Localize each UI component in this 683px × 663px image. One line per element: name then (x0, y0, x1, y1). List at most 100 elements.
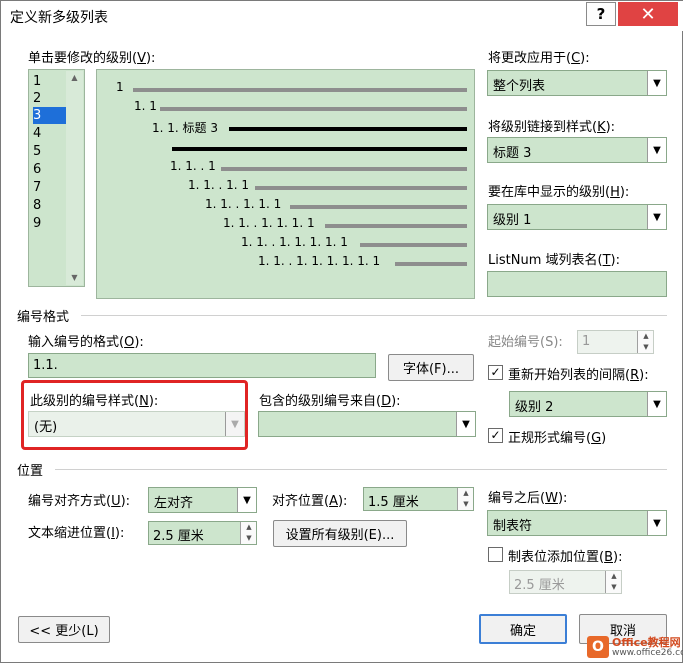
chevron-down-icon[interactable]: ▼ (647, 205, 666, 229)
legal-style-checkbox[interactable]: ✓ (488, 428, 503, 443)
number-style-value: (无) (34, 420, 58, 435)
level-select-label: 单击要修改的级别(V): (28, 51, 156, 66)
restart-checkbox[interactable]: ✓ (488, 365, 503, 380)
number-format-input[interactable]: 1.1. (28, 353, 376, 378)
apply-to-label: 将更改应用于(C): (488, 51, 590, 66)
indent-spinner[interactable]: 2.5 厘米 ▲ ▼ (148, 521, 257, 545)
preview-line-2: 1. 1 (134, 99, 157, 113)
aligned-at-spinner[interactable]: 1.5 厘米 ▲ ▼ (363, 487, 474, 511)
level-item-1[interactable]: 1 (33, 73, 67, 90)
preview-line-3: 1. 1. 标题 3 (152, 121, 218, 135)
office-logo-icon: O (587, 636, 609, 658)
include-level-select[interactable]: ▼ (258, 411, 476, 437)
include-level-label: 包含的级别编号来自(D): (259, 394, 401, 409)
help-icon: ? (596, 5, 606, 23)
section-divider (81, 315, 667, 316)
close-icon: ✕ (640, 3, 656, 25)
legal-style-label: 正规形式编号(G) (508, 431, 607, 446)
spin-down-icon: ▼ (611, 583, 617, 591)
preview-line-6: 1. 1. . 1. 1 (188, 178, 250, 192)
chevron-down-icon[interactable]: ▼ (647, 392, 666, 416)
preview-line-1: 1 (116, 80, 124, 94)
set-all-levels-button[interactable]: 设置所有级别(E)... (273, 520, 407, 547)
help-button[interactable]: ? (586, 2, 616, 26)
alignment-label: 编号对齐方式(U): (28, 494, 131, 509)
preview-bar-5 (221, 167, 467, 171)
number-style-label: 此级别的编号样式(N): (30, 394, 159, 409)
spin-down-icon[interactable]: ▼ (458, 499, 474, 510)
preview-line-10: 1. 1. . 1. 1. 1. 1. 1. 1 (258, 254, 381, 268)
follow-number-label: 编号之后(W): (488, 491, 568, 506)
list-preview: 1 1. 1 1. 1. 标题 3 1. 1. . 1 1. 1. . 1. 1… (96, 69, 475, 299)
preview-bar-8 (325, 224, 467, 228)
restart-level-select[interactable]: 级别 2 ▼ (509, 391, 667, 417)
font-button[interactable]: 字体(F)... (388, 354, 474, 381)
listnum-input[interactable] (487, 271, 667, 297)
tab-stop-label: 制表位添加位置(B): (508, 550, 623, 565)
preview-line-5: 1. 1. . 1 (170, 159, 216, 173)
level-item-5[interactable]: 5 (33, 143, 67, 160)
level-item-2[interactable]: 2 (33, 90, 67, 107)
spin-down-icon[interactable]: ▼ (241, 533, 257, 544)
link-style-select[interactable]: 标题 3 ▼ (487, 137, 667, 163)
gallery-level-label: 要在库中显示的级别(H): (488, 185, 630, 200)
preview-line-7: 1. 1. . 1. 1. 1 (205, 197, 282, 211)
level-item-3[interactable]: 3 (33, 107, 67, 124)
chevron-down-icon[interactable]: ▼ (456, 412, 475, 436)
start-at-value: 1 (582, 334, 591, 349)
scroll-up-icon[interactable]: ▲ (66, 71, 83, 85)
level-item-4[interactable]: 4 (33, 125, 67, 142)
apply-to-value: 整个列表 (493, 79, 546, 94)
level-list-scrollbar[interactable]: ▲ ▼ (66, 71, 83, 285)
dialog-title: 定义新多级列表 (10, 10, 108, 26)
ok-button[interactable]: 确定 (479, 614, 567, 644)
section-divider (55, 469, 667, 470)
preview-bar-6 (255, 186, 467, 190)
preview-bar-1 (133, 88, 467, 92)
title-bar: 定义新多级列表 ? ✕ (1, 1, 683, 31)
preview-line-8: 1. 1. . 1. 1. 1. 1 (223, 216, 315, 230)
start-at-spinner: 1 ▲ ▼ (577, 330, 654, 354)
aligned-at-label: 对齐位置(A): (272, 494, 348, 509)
tab-stop-checkbox[interactable] (488, 547, 503, 562)
chevron-down-icon[interactable]: ▼ (237, 488, 256, 512)
tab-stop-spinner: 2.5 厘米 ▲ ▼ (509, 570, 622, 594)
position-section-title: 位置 (17, 464, 44, 479)
listnum-label: ListNum 域列表名(T): (488, 253, 620, 268)
apply-to-select[interactable]: 整个列表 ▼ (487, 70, 667, 96)
numbering-format-section-title: 编号格式 (17, 310, 70, 325)
level-item-6[interactable]: 6 (33, 161, 67, 178)
number-format-value: 1.1. (33, 358, 58, 373)
chevron-down-icon[interactable]: ▼ (647, 138, 666, 162)
chevron-down-icon[interactable]: ▼ (647, 511, 666, 535)
preview-bar-4 (172, 147, 467, 151)
chevron-down-icon[interactable]: ▼ (647, 71, 666, 95)
preview-bar-3 (229, 127, 467, 131)
define-multilevel-list-dialog: 定义新多级列表 ? ✕ 单击要修改的级别(V): 1 2 3 4 5 6 7 8… (0, 0, 683, 663)
preview-bar-10 (395, 262, 467, 266)
level-list[interactable]: 1 2 3 4 5 6 7 8 9 ▲ ▼ (28, 69, 85, 287)
number-style-select[interactable]: (无) ▼ (28, 411, 245, 437)
close-button[interactable]: ✕ (618, 2, 678, 26)
level-item-9[interactable]: 9 (33, 215, 67, 232)
link-style-label: 将级别链接到样式(K): (488, 120, 616, 135)
spin-up-icon: ▲ (611, 572, 617, 580)
spin-up-icon[interactable]: ▲ (458, 488, 474, 499)
start-at-label: 起始编号(S): (488, 335, 563, 350)
follow-number-select[interactable]: 制表符 ▼ (487, 510, 667, 536)
aligned-at-value: 1.5 厘米 (368, 495, 419, 510)
spin-up-icon: ▲ (643, 332, 649, 340)
alignment-select[interactable]: 左对齐 ▼ (148, 487, 257, 513)
gallery-level-select[interactable]: 级别 1 ▼ (487, 204, 667, 230)
less-button[interactable]: << 更少(L) (18, 616, 110, 643)
scroll-down-icon[interactable]: ▼ (66, 271, 83, 285)
level-item-7[interactable]: 7 (33, 179, 67, 196)
tab-stop-value: 2.5 厘米 (514, 578, 565, 593)
spin-down-icon: ▼ (643, 343, 649, 351)
preview-bar-9 (360, 243, 467, 247)
level-item-8[interactable]: 8 (33, 197, 67, 214)
preview-line-9: 1. 1. . 1. 1. 1. 1. 1 (241, 235, 348, 249)
chevron-down-icon[interactable]: ▼ (225, 412, 244, 436)
spin-up-icon[interactable]: ▲ (241, 522, 257, 533)
indent-label: 文本缩进位置(I): (28, 526, 125, 541)
